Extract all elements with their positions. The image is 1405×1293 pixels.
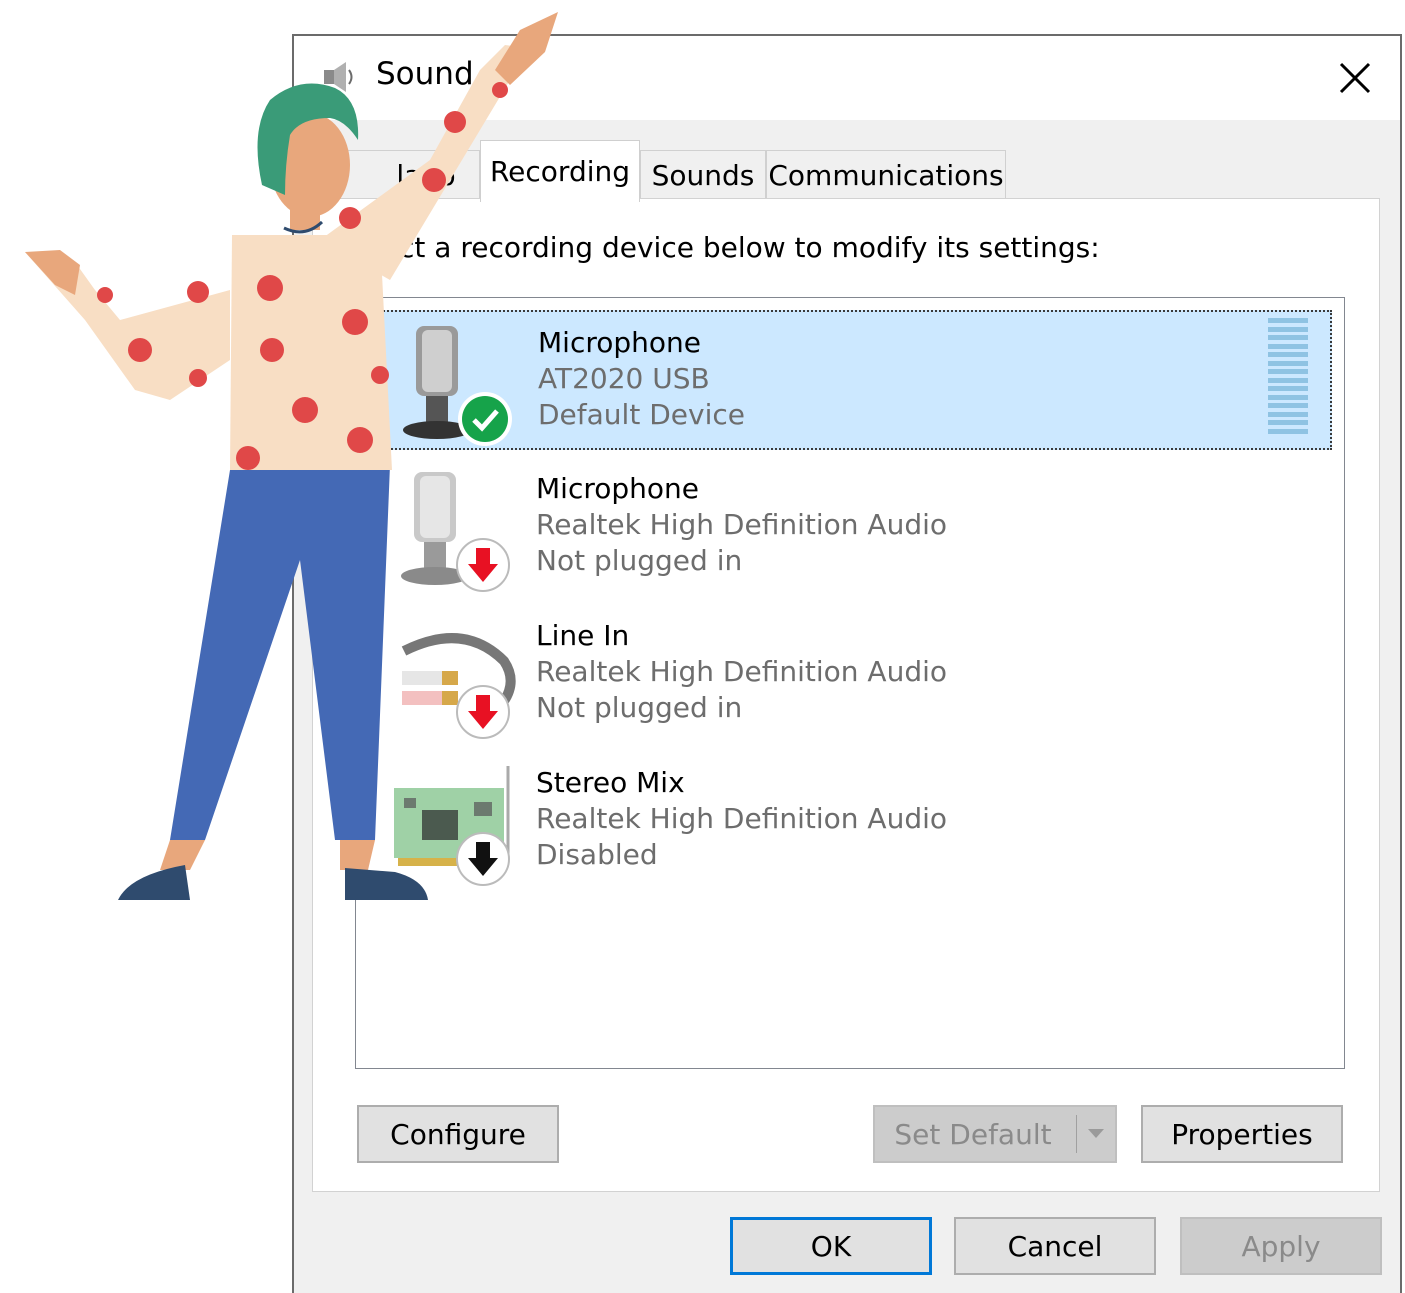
close-icon — [1339, 62, 1371, 94]
device-name: Microphone — [538, 326, 701, 359]
device-status: Not plugged in — [536, 544, 743, 577]
device-driver: AT2020 USB — [538, 362, 710, 395]
device-name: Microphone — [536, 472, 699, 505]
device-driver: Realtek High Definition Audio — [536, 802, 948, 835]
device-row-microphone-at2020[interactable]: Microphone AT2020 USB Default Device — [364, 310, 1332, 450]
speaker-icon — [324, 62, 353, 92]
ok-button[interactable]: OK — [730, 1217, 932, 1275]
device-status: Default Device — [538, 398, 745, 431]
window-title: Sound — [376, 56, 474, 92]
device-status: Disabled — [536, 838, 658, 871]
sound-dialog: Sound layb Recording Sounds Communicatio… — [292, 34, 1402, 1293]
title-bar[interactable]: Sound — [294, 36, 1400, 120]
recording-panel: ct a recording device below to modify it… — [312, 198, 1380, 1192]
tab-playback-label: layb — [396, 159, 456, 192]
device-driver: Realtek High Definition Audio — [536, 508, 948, 541]
close-button[interactable] — [1310, 36, 1400, 120]
device-list[interactable]: Microphone AT2020 USB Default Device Mic… — [355, 297, 1345, 1069]
device-name: Stereo Mix — [536, 766, 685, 799]
set-default-label: Set Default — [894, 1117, 1052, 1151]
tab-sounds-label: Sounds — [651, 159, 755, 192]
apply-button[interactable]: Apply — [1180, 1217, 1382, 1275]
disabled-arrow-icon — [456, 832, 510, 886]
level-meter — [1268, 318, 1308, 434]
device-name: Line In — [536, 619, 630, 652]
tab-playback[interactable]: layb — [312, 150, 480, 200]
tab-recording[interactable]: Recording — [480, 140, 640, 202]
configure-button[interactable]: Configure — [357, 1105, 559, 1163]
properties-button[interactable]: Properties — [1141, 1105, 1343, 1163]
tab-sounds[interactable]: Sounds — [640, 150, 766, 200]
device-row-microphone-realtek[interactable]: Microphone Realtek High Definition Audio… — [364, 458, 1332, 598]
device-driver: Realtek High Definition Audio — [536, 655, 948, 688]
device-status: Not plugged in — [536, 691, 743, 724]
tab-communications-label: Communications — [768, 159, 1004, 192]
instruction-text: ct a recording device below to modify it… — [399, 231, 1100, 264]
device-row-stereo-mix[interactable]: Stereo Mix Realtek High Definition Audio… — [364, 752, 1332, 892]
device-row-line-in[interactable]: Line In Realtek High Definition Audio No… — [364, 605, 1332, 745]
chevron-down-icon[interactable] — [1076, 1115, 1115, 1153]
default-check-icon — [458, 392, 512, 446]
set-default-button[interactable]: Set Default — [873, 1105, 1117, 1163]
unplugged-arrow-icon — [456, 685, 510, 739]
tab-communications[interactable]: Communications — [766, 150, 1006, 200]
tab-recording-label: Recording — [489, 155, 631, 188]
cancel-button[interactable]: Cancel — [954, 1217, 1156, 1275]
unplugged-arrow-icon — [456, 538, 510, 592]
